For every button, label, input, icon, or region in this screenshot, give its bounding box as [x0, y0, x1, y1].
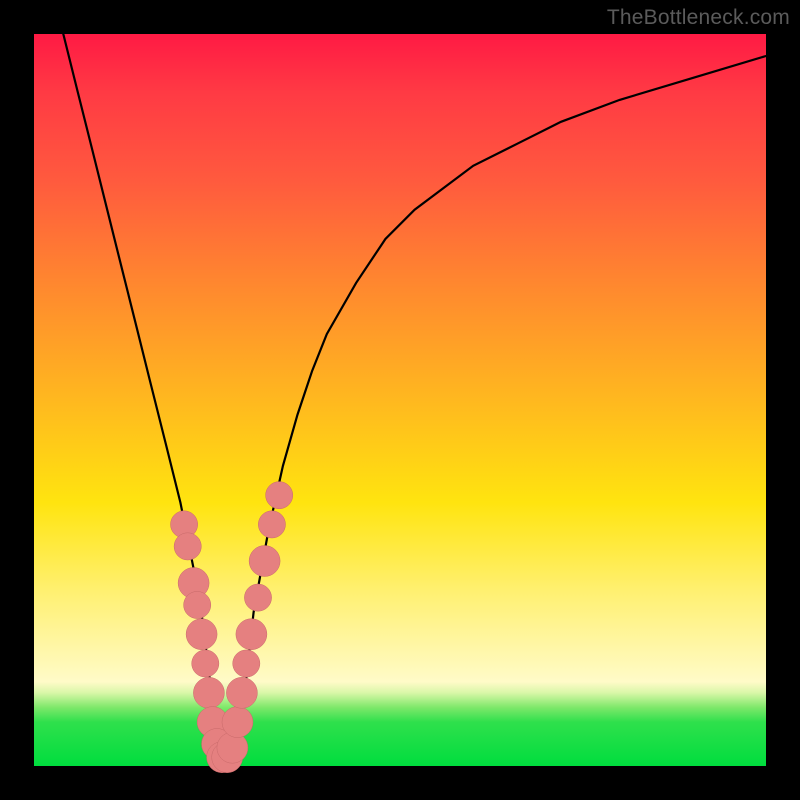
bottleneck-curve: [63, 34, 766, 759]
bead-marker: [186, 619, 217, 650]
bead-marker: [192, 650, 219, 677]
bead-marker: [193, 677, 224, 708]
bead-marker: [222, 707, 253, 738]
chart-svg: [34, 34, 766, 766]
bead-marker: [244, 584, 271, 611]
bead-marker: [184, 591, 211, 618]
bead-marker: [236, 619, 267, 650]
watermark-text: TheBottleneck.com: [607, 6, 790, 30]
bead-marker: [249, 546, 280, 577]
bead-marker: [266, 482, 293, 509]
plot-area: [34, 34, 766, 766]
bead-marker: [226, 677, 257, 708]
chart-frame: TheBottleneck.com: [0, 0, 800, 800]
bead-group: [171, 482, 293, 773]
bead-marker: [258, 511, 285, 538]
bead-marker: [233, 650, 260, 677]
bead-marker: [174, 533, 201, 560]
